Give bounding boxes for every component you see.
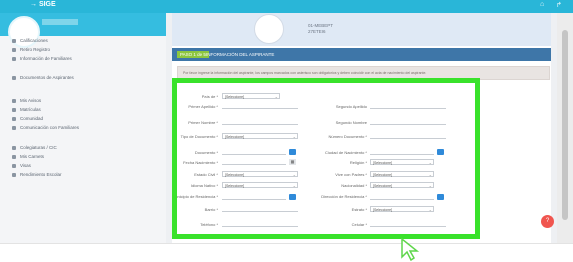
id-icon xyxy=(12,155,16,159)
sidebar: Calificaciones Retiro Registro Informaci… xyxy=(0,13,167,243)
list-icon xyxy=(12,48,16,52)
book-icon xyxy=(12,39,16,43)
bottom-bar xyxy=(0,243,573,262)
help-button[interactable]: ? xyxy=(541,215,554,228)
chat-icon xyxy=(12,126,16,130)
sidebar-item-familiares[interactable]: Información de Familiares xyxy=(20,56,72,61)
app-logo[interactable]: → SIGE xyxy=(30,1,56,8)
group-icon xyxy=(12,117,16,121)
cursor-icon xyxy=(401,237,420,261)
sidebar-item-comunicacion[interactable]: Comunicación con Familiares xyxy=(20,125,79,130)
sidebar-item-comunidad[interactable]: Comunidad xyxy=(20,116,43,121)
notice-text: Por favor ingrese la información del asp… xyxy=(183,71,427,75)
sidebar-item-matriculas[interactable]: Matrículas xyxy=(20,107,41,112)
sidebar-item-colegiaturas[interactable]: Colegiaturas / CIC xyxy=(20,145,57,150)
sidebar-item-calificaciones[interactable]: Calificaciones xyxy=(20,38,48,43)
user-name-placeholder xyxy=(42,19,78,25)
highlight-box xyxy=(172,78,480,239)
profile-line-2: 27ETEI6 xyxy=(308,29,326,34)
profile-band: 01-MEBEPT 27ETEI6 xyxy=(172,13,551,46)
passport-icon xyxy=(12,164,16,168)
logout-icon[interactable]: ↱ xyxy=(556,1,562,9)
users-icon xyxy=(12,57,16,61)
sidebar-item-documentos[interactable]: Documentos de Aspirantes xyxy=(20,75,74,80)
money-icon xyxy=(12,146,16,150)
user-avatar[interactable] xyxy=(8,16,40,48)
section-header: PASO 1 de 5 INFORMACIÓN DEL ASPIRANTE xyxy=(172,48,551,61)
sidebar-item-retiro[interactable]: Retiro Registro xyxy=(20,47,50,52)
sidebar-item-avisos[interactable]: Mis Avisos xyxy=(20,98,41,103)
chart-icon xyxy=(12,173,16,177)
sidebar-item-visas[interactable]: Visas xyxy=(20,163,31,168)
file-icon xyxy=(12,76,16,80)
sidebar-item-carnets[interactable]: Mis Carnets xyxy=(20,154,44,159)
clipboard-icon xyxy=(12,108,16,112)
step-badge: PASO 1 de 5 xyxy=(177,51,209,58)
profile-line-1: 01-MEBEPT xyxy=(308,23,334,28)
bell-icon xyxy=(12,99,16,103)
profile-photo[interactable] xyxy=(254,14,284,44)
section-title: INFORMACIÓN DEL ASPIRANTE xyxy=(206,52,275,57)
scrollbar-thumb[interactable] xyxy=(562,30,568,220)
top-bar: → SIGE ⌂ ↱ xyxy=(0,0,573,13)
sidebar-item-rendimiento[interactable]: Rendimiento Escolar xyxy=(20,172,62,177)
home-icon[interactable]: ⌂ xyxy=(540,1,544,8)
